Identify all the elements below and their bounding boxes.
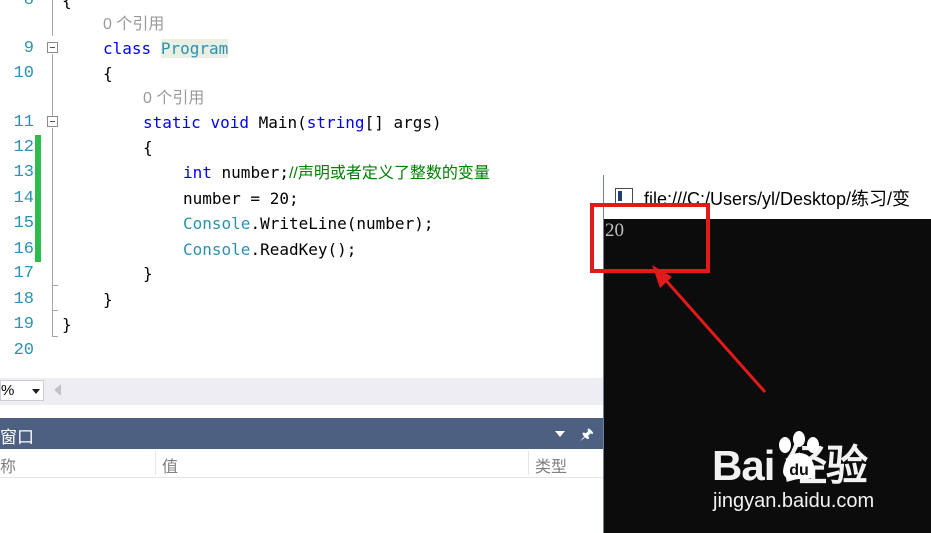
column-header-type[interactable]: 类型 xyxy=(535,453,567,477)
codelens-references[interactable]: 0 个引用 xyxy=(143,86,204,111)
paw-icon: du xyxy=(779,431,819,480)
dropdown-arrow-icon[interactable] xyxy=(555,431,565,437)
outline-guide xyxy=(52,128,53,285)
line-number: 17 xyxy=(13,264,34,283)
svg-text:du: du xyxy=(789,462,809,479)
code-line[interactable]: 12 { xyxy=(0,135,931,160)
line-number: 14 xyxy=(13,189,34,208)
changed-lines-indicator xyxy=(35,135,41,262)
code-line[interactable]: 9 class Program xyxy=(0,36,931,61)
outline-guide xyxy=(52,54,53,116)
codelens-line: 0 个引用 xyxy=(0,86,931,111)
code-text: number = 20; xyxy=(183,189,299,208)
outline-guide xyxy=(52,311,53,336)
zoom-level-value: % xyxy=(1,382,15,399)
line-number: 20 xyxy=(13,341,34,360)
codelens-references[interactable]: 0 个引用 xyxy=(103,12,164,37)
code-text: } xyxy=(62,315,72,334)
collapse-toggle-icon[interactable] xyxy=(47,116,58,127)
tool-window-body xyxy=(0,478,605,533)
line-number: 10 xyxy=(13,64,34,83)
code-text: [] args) xyxy=(364,113,442,132)
column-divider[interactable] xyxy=(155,451,156,475)
line-number: 16 xyxy=(13,240,34,259)
pin-icon[interactable]: 🖈 xyxy=(580,424,594,449)
zoom-level-combobox[interactable]: % xyxy=(0,380,44,401)
outline-guide-end xyxy=(52,336,58,337)
code-comment: //声明或者定义了整数的变量 xyxy=(288,165,490,182)
class-name: Console xyxy=(183,240,251,259)
line-number: 12 xyxy=(13,138,34,157)
scroll-left-arrow-icon[interactable] xyxy=(54,384,61,396)
column-header-name[interactable]: 称 xyxy=(0,453,16,477)
code-line[interactable]: 11 static void Main(string[] args) xyxy=(0,110,931,135)
code-text: number; xyxy=(211,163,289,182)
column-divider[interactable] xyxy=(528,451,529,475)
outline-guide xyxy=(52,0,53,36)
line-number: 18 xyxy=(13,290,34,309)
keyword: void xyxy=(210,113,249,132)
line-number: 13 xyxy=(13,163,34,182)
tool-window-column-header: 称 值 类型 xyxy=(0,449,605,478)
panel-separator xyxy=(0,405,605,417)
column-header-value[interactable]: 值 xyxy=(162,453,178,477)
editor-status-strip: % xyxy=(0,378,605,405)
keyword: class xyxy=(103,39,152,58)
keyword: static xyxy=(143,113,201,132)
class-name: Console xyxy=(183,214,251,233)
code-text: } xyxy=(103,290,113,309)
code-text: .ReadKey(); xyxy=(250,240,357,259)
tool-window-header[interactable]: 窗口 🖈 xyxy=(0,418,605,449)
console-app-icon xyxy=(615,188,633,204)
line-number: 9 xyxy=(23,39,34,58)
codelens-line: 0 个引用 xyxy=(0,12,931,37)
line-number: 11 xyxy=(13,113,34,132)
chevron-down-icon[interactable] xyxy=(32,389,40,394)
line-number: 15 xyxy=(13,214,34,233)
watermark-url: jingyan.baidu.com xyxy=(713,490,875,512)
code-text: { xyxy=(103,64,113,83)
outline-guide xyxy=(52,286,53,310)
line-number: 19 xyxy=(13,315,34,334)
code-line[interactable]: 10 { xyxy=(0,61,931,86)
keyword: string xyxy=(306,113,365,132)
collapse-toggle-icon[interactable] xyxy=(47,42,58,53)
class-name: Program xyxy=(160,39,229,58)
code-text: { xyxy=(143,138,153,157)
code-text: Main( xyxy=(248,113,307,132)
keyword: int xyxy=(183,163,212,182)
tool-window-title: 窗口 xyxy=(0,428,34,447)
highlight-box xyxy=(590,203,710,273)
code-text: .WriteLine(number); xyxy=(250,214,434,233)
code-text: } xyxy=(143,264,153,283)
